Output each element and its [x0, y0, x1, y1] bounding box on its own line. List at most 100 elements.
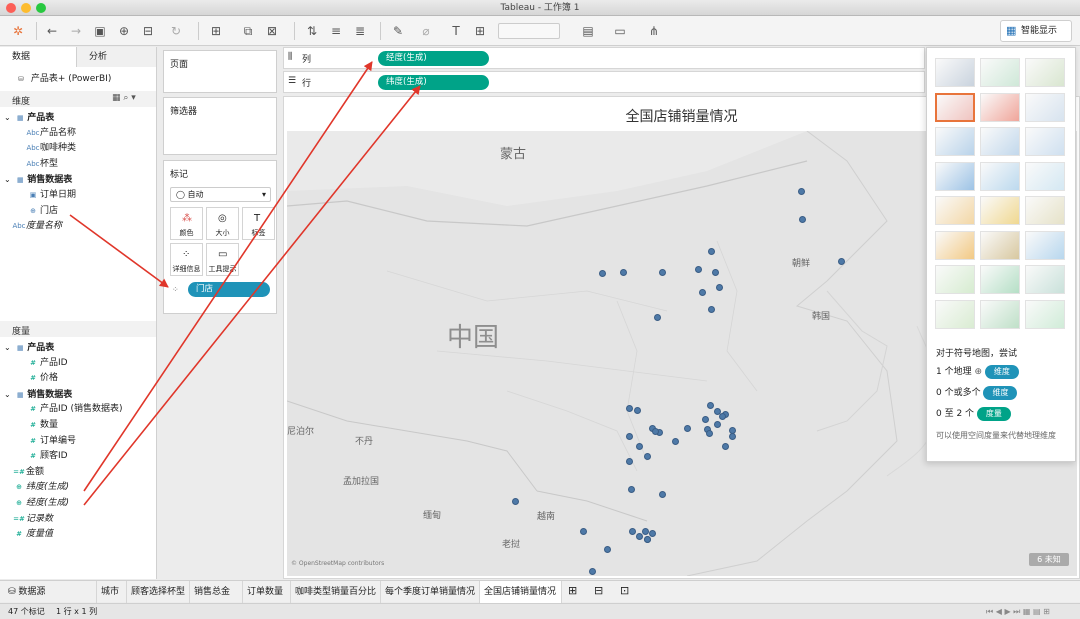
size-button[interactable]: ◎ 大小 [206, 207, 239, 240]
store-mark[interactable] [714, 421, 721, 428]
store-mark[interactable] [599, 270, 606, 277]
field-item-measures-9[interactable]: ⊕ 纬度(生成) [12, 480, 69, 495]
new-story-icon[interactable]: ⊡ [620, 584, 629, 597]
filters-card[interactable]: 筛选器 [163, 97, 277, 155]
field-item-measures-7[interactable]: # 顾客ID [26, 449, 68, 464]
field-item-measures-10[interactable]: ⊕ 经度(生成) [12, 496, 69, 511]
tooltip-button[interactable]: ▭ 工具提示 [206, 243, 239, 276]
show-me-chart-option-11[interactable] [980, 161, 1020, 191]
sheet-tab-1[interactable]: 城市 [97, 581, 127, 603]
label-icon[interactable]: T [448, 23, 464, 39]
store-mark[interactable] [626, 458, 633, 465]
store-mark[interactable] [729, 433, 736, 440]
sort-asc-icon[interactable]: ≡ [328, 23, 344, 39]
field-item-dimensions-0[interactable]: ⌄ ▦ 产品表 [4, 110, 54, 125]
store-mark[interactable] [629, 528, 636, 535]
store-mark[interactable] [659, 269, 666, 276]
store-mark[interactable] [708, 248, 715, 255]
columns-shelf[interactable]: ⫼ 列 经度(生成) [283, 47, 925, 69]
label-button[interactable]: T 标签 [242, 207, 275, 240]
store-mark[interactable] [642, 528, 649, 535]
field-item-measures-12[interactable]: # 度量值 [12, 527, 53, 542]
highlight-icon[interactable]: ✎ [390, 23, 406, 39]
zoom-window-button[interactable] [36, 3, 46, 13]
store-mark[interactable] [626, 433, 633, 440]
new-sheet-icon[interactable]: ⊞ [208, 23, 224, 39]
clear-sheet-icon[interactable]: ⊠ [264, 23, 280, 39]
show-me-chart-option-9[interactable] [1025, 127, 1065, 156]
store-mark[interactable] [672, 438, 679, 445]
field-item-dimensions-4[interactable]: ⌄ ▦ 销售数据表 [4, 172, 72, 187]
store-mark[interactable] [512, 498, 519, 505]
store-mark[interactable] [798, 188, 805, 195]
redo-icon[interactable]: → [68, 23, 84, 39]
field-item-measures-11[interactable]: =#记录数 [12, 512, 53, 527]
show-me-chart-option-18[interactable] [1025, 230, 1065, 260]
store-mark[interactable] [659, 491, 666, 498]
show-me-chart-option-10[interactable] [935, 161, 975, 191]
undo-icon[interactable]: ← [44, 23, 60, 39]
show-me-chart-option-1[interactable] [935, 58, 975, 87]
store-mark[interactable] [716, 284, 723, 291]
show-me-chart-option-20[interactable] [980, 265, 1020, 294]
datasource-item[interactable]: ⛁ 产品表+ (PowerBI) [14, 72, 111, 87]
presentation-icon[interactable]: ▭ [612, 23, 628, 39]
detail-pill-store[interactable]: 门店 [188, 282, 270, 297]
store-mark[interactable] [695, 266, 702, 273]
fix-axes-icon[interactable]: ⊞ [472, 23, 488, 39]
store-mark[interactable] [706, 430, 713, 437]
sheet-tab-4[interactable]: 订单数量 [243, 581, 291, 603]
store-mark[interactable] [636, 533, 643, 540]
store-mark[interactable] [702, 416, 709, 423]
store-mark[interactable] [699, 289, 706, 296]
store-mark[interactable] [838, 258, 845, 265]
sheet-tab-7[interactable]: 全国店铺销量情况 [480, 581, 562, 603]
new-worksheet-icon[interactable]: ⊞ [568, 584, 577, 597]
field-item-measures-3[interactable]: ⌄ ▦ 销售数据表 [4, 387, 72, 402]
unknown-badge[interactable]: 6 未知 [1029, 553, 1069, 566]
sheet-tab-2[interactable]: 顾客选择杯型 [127, 581, 190, 603]
store-mark[interactable] [799, 216, 806, 223]
latitude-pill[interactable]: 纬度(生成) [378, 75, 489, 90]
store-mark[interactable] [634, 407, 641, 414]
show-me-chart-option-2[interactable] [980, 58, 1020, 87]
store-mark[interactable] [644, 453, 651, 460]
duplicate-sheet-icon[interactable]: ⧉ [240, 23, 256, 39]
field-item-measures-6[interactable]: # 订单编号 [26, 434, 76, 449]
sheet-tab-3[interactable]: 销售总金额 [190, 581, 243, 619]
tab-analysis[interactable]: 分析 [76, 47, 156, 67]
field-item-dimensions-6[interactable]: ⊕ 门店 [26, 204, 58, 219]
show-me-chart-option-12[interactable] [1025, 161, 1065, 191]
show-me-chart-option-21[interactable] [1025, 265, 1065, 294]
group-icon[interactable]: ⌀ [418, 23, 434, 39]
field-item-measures-2[interactable]: # 价格 [26, 371, 58, 386]
store-mark[interactable] [604, 546, 611, 553]
show-me-chart-option-13[interactable] [935, 196, 975, 225]
store-mark[interactable] [708, 306, 715, 313]
field-item-measures-5[interactable]: # 数量 [26, 418, 58, 433]
chevron-down-icon[interactable]: ⌄ [4, 343, 13, 352]
show-me-chart-option-7[interactable] [935, 127, 975, 156]
store-mark[interactable] [712, 269, 719, 276]
field-item-measures-1[interactable]: # 产品ID [26, 356, 68, 371]
longitude-pill[interactable]: 经度(生成) [378, 51, 489, 66]
close-window-button[interactable] [6, 3, 16, 13]
show-me-chart-option-24[interactable] [1025, 299, 1065, 329]
minimize-window-button[interactable] [21, 3, 31, 13]
sheet-tab-6[interactable]: 每个季度订单销量情况 [381, 581, 480, 603]
pages-card[interactable]: 页面 [163, 50, 277, 93]
show-me-chart-option-5[interactable] [980, 92, 1020, 122]
store-mark[interactable] [580, 528, 587, 535]
field-item-dimensions-7[interactable]: Abc度量名称 [12, 219, 62, 234]
rows-shelf[interactable]: ☰ 行 纬度(生成) [283, 71, 925, 93]
show-me-chart-option-6[interactable] [1025, 92, 1065, 122]
save-icon[interactable]: ▣ [92, 23, 108, 39]
field-item-measures-0[interactable]: ⌄ ▦ 产品表 [4, 340, 54, 355]
store-mark[interactable] [649, 530, 656, 537]
fit-dropdown[interactable] [498, 23, 560, 39]
color-button[interactable]: ⁂ 颜色 [170, 207, 203, 240]
store-mark[interactable] [626, 405, 633, 412]
field-item-measures-4[interactable]: # 产品ID (销售数据表) [26, 402, 122, 417]
field-item-dimensions-5[interactable]: ▣ 订单日期 [26, 188, 76, 203]
sheet-tab-5[interactable]: 咖啡类型销量百分比 [291, 581, 381, 603]
